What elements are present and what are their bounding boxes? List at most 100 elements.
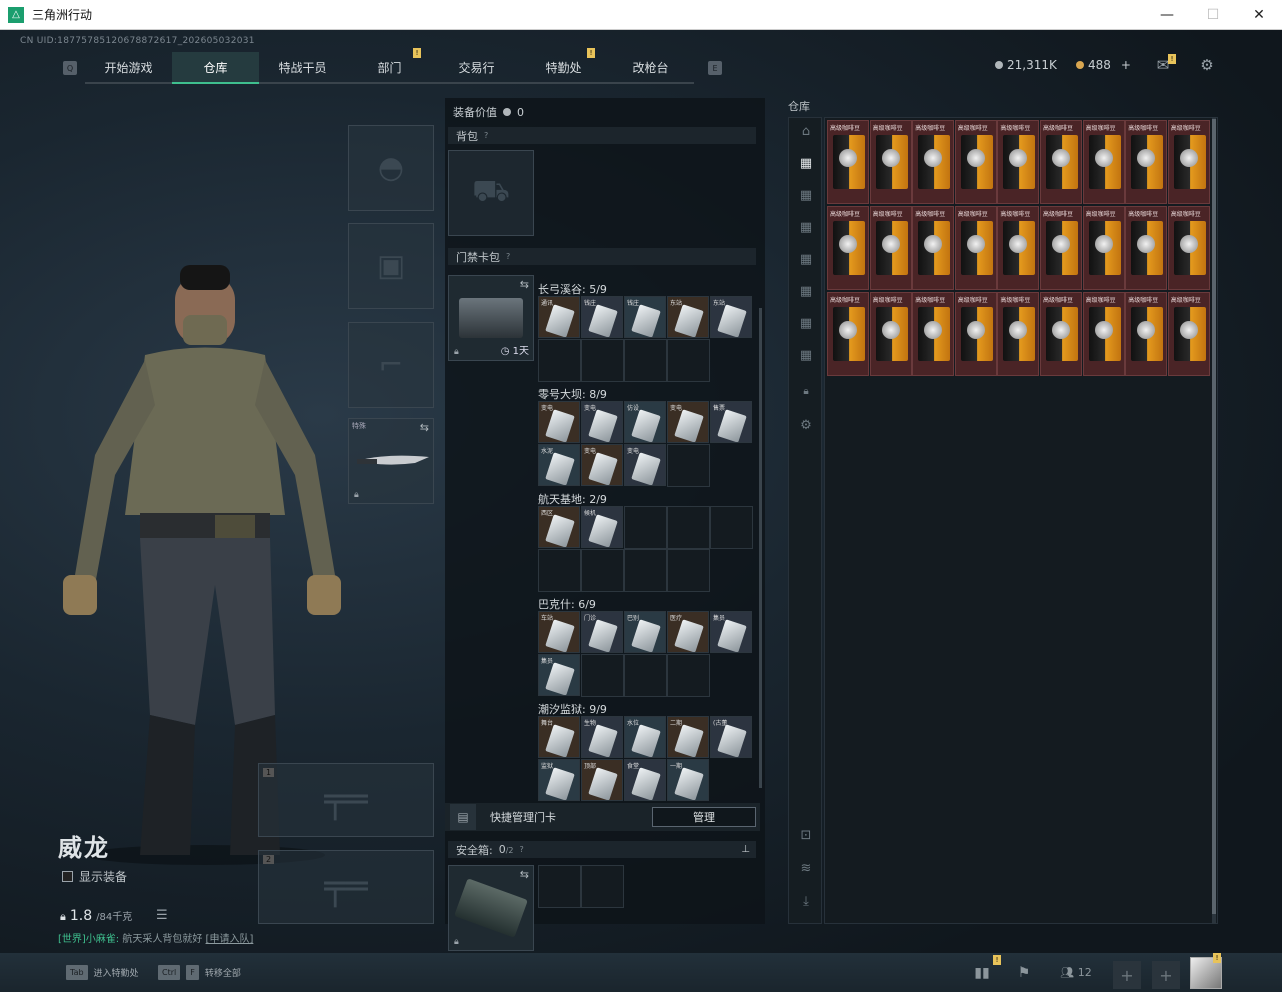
safebox-slot[interactable]: ⇆ 🔒︎ xyxy=(448,865,534,951)
keycard-empty-cell[interactable] xyxy=(581,654,624,697)
warehouse-item-coffee-beans[interactable]: 高级咖啡豆 xyxy=(827,292,869,376)
swap-icon[interactable]: ⇆ xyxy=(520,278,529,291)
pistol-slot[interactable]: ⌐ xyxy=(348,322,434,408)
warehouse-item-coffee-beans[interactable]: 高级咖啡豆 xyxy=(1125,206,1168,290)
swap-icon[interactable]: ⇆ xyxy=(520,868,529,881)
settings-gear-icon[interactable]: ⚙ xyxy=(796,418,816,438)
warehouse-item-coffee-beans[interactable]: 高级咖啡豆 xyxy=(827,120,869,204)
transfer-all-hint[interactable]: Ctrl F 转移全部 xyxy=(158,965,241,980)
sidebar-home-icon[interactable]: ⌂ xyxy=(796,124,816,144)
keycard-empty-cell[interactable] xyxy=(538,339,581,382)
keycard-item[interactable]: 一期 xyxy=(667,759,709,801)
help-icon[interactable]: ? xyxy=(506,252,510,261)
show-equipment-toggle[interactable]: 显示装备 xyxy=(62,868,127,885)
keycard-empty-cell[interactable] xyxy=(624,549,667,592)
melee-slot[interactable]: 特殊 ⇆ 🔒︎ xyxy=(348,418,434,504)
warehouse-item-coffee-beans[interactable]: 高级咖啡豆 xyxy=(1040,120,1082,204)
keycard-empty-cell[interactable] xyxy=(538,549,581,592)
keycard-item[interactable]: 舞台 xyxy=(538,716,580,758)
keycard-item[interactable]: 集员 xyxy=(538,654,580,696)
keycard-item[interactable]: 门诊 xyxy=(581,611,623,653)
keycard-empty-cell[interactable] xyxy=(624,339,667,382)
warehouse-item-coffee-beans[interactable]: 高级咖啡豆 xyxy=(954,120,997,204)
sidebar-page-5-icon[interactable]: ▦ xyxy=(796,284,816,304)
keycard-item[interactable]: 变电 xyxy=(581,401,623,443)
warehouse-item-coffee-beans[interactable]: 高级咖啡豆 xyxy=(1125,120,1168,204)
close-button[interactable]: ✕ xyxy=(1236,0,1282,30)
sidebar-page-3-icon[interactable]: ▦ xyxy=(796,220,816,240)
warehouse-scrollbar[interactable] xyxy=(1212,117,1216,924)
warehouse-item-coffee-beans[interactable]: 高级咖啡豆 xyxy=(869,206,912,290)
keycard-empty-cell[interactable] xyxy=(667,444,710,487)
keycard-item[interactable]: 变电 xyxy=(538,401,580,443)
keycard-item[interactable]: 西区 xyxy=(538,506,580,548)
lock-icon[interactable]: 🔒︎ xyxy=(796,386,816,406)
warehouse-item-coffee-beans[interactable]: 高级咖啡豆 xyxy=(1167,292,1210,376)
tab-warehouse[interactable]: 仓库 xyxy=(172,52,259,84)
keycard-empty-cell[interactable] xyxy=(667,654,710,697)
sidebar-page-4-icon[interactable]: ▦ xyxy=(796,252,816,272)
keycard-item[interactable]: 仿设 xyxy=(624,401,666,443)
warehouse-item-coffee-beans[interactable]: 高级咖啡豆 xyxy=(954,206,997,290)
warehouse-item-coffee-beans[interactable]: 高级咖啡豆 xyxy=(912,120,955,204)
warehouse-item-coffee-beans[interactable]: 高级咖啡豆 xyxy=(1040,292,1082,376)
keycard-item[interactable]: 钱庄 xyxy=(581,296,623,338)
keycard-empty-cell[interactable] xyxy=(667,549,710,592)
keycard-item[interactable]: 车站 xyxy=(538,611,580,653)
keycard-item[interactable]: 医疗 xyxy=(667,611,709,653)
warehouse-item-coffee-beans[interactable]: 高级咖啡豆 xyxy=(1082,292,1125,376)
warehouse-item-coffee-beans[interactable]: 高级咖啡豆 xyxy=(997,120,1040,204)
keycard-empty-cell[interactable] xyxy=(581,549,624,592)
keycard-item[interactable]: 东站 xyxy=(667,296,709,338)
sidebar-page-2-icon[interactable]: ▦ xyxy=(796,188,816,208)
tab-hint[interactable]: Tab 进入特勤处 xyxy=(66,965,139,980)
sidebar-page-7-icon[interactable]: ▦ xyxy=(796,348,816,368)
keycard-item[interactable]: 顶部 xyxy=(581,759,623,801)
keycard-empty-cell[interactable] xyxy=(667,506,710,549)
help-icon[interactable]: ? xyxy=(520,845,524,854)
keycard-item[interactable]: 巴别 xyxy=(624,611,666,653)
keycard-item[interactable]: 监狱 xyxy=(538,759,580,801)
warehouse-item-coffee-beans[interactable]: 高级咖啡豆 xyxy=(997,292,1040,376)
keycard-item[interactable]: 集员 xyxy=(710,611,752,653)
settings-gear-icon[interactable]: ⚙ xyxy=(1197,56,1217,74)
keycard-item[interactable]: 水位 xyxy=(624,716,666,758)
warehouse-item-coffee-beans[interactable]: 高级咖啡豆 xyxy=(1040,206,1082,290)
add-teammate-button[interactable]: + xyxy=(1113,961,1141,989)
sidebar-page-6-icon[interactable]: ▦ xyxy=(796,316,816,336)
warehouse-item-coffee-beans[interactable]: 高级咖啡豆 xyxy=(1125,292,1168,376)
transfer-icon[interactable]: ⤓ xyxy=(796,894,816,914)
sidebar-page-1-icon[interactable]: ▦ xyxy=(796,156,816,176)
friends-icon[interactable]: 👥︎ 12 xyxy=(1056,961,1096,985)
keycard-empty-cell[interactable] xyxy=(624,654,667,697)
checkbox[interactable] xyxy=(62,871,73,882)
join-team-link[interactable]: [申请入队] xyxy=(206,934,254,945)
armor-slot[interactable]: ▣ xyxy=(348,223,434,309)
sort-icon[interactable]: ⊡ xyxy=(796,828,816,848)
warehouse-item-coffee-beans[interactable]: 高级咖啡豆 xyxy=(869,120,912,204)
warehouse-item-coffee-beans[interactable]: 高级咖啡豆 xyxy=(1167,120,1210,204)
warehouse-item-coffee-beans[interactable]: 高级咖啡豆 xyxy=(1082,120,1125,204)
keycard-case-slot[interactable]: ⇆ 🔒︎ ◷ 1天 xyxy=(448,275,534,361)
keycard-item[interactable]: 东站 xyxy=(710,296,752,338)
warehouse-item-coffee-beans[interactable]: 高级咖啡豆 xyxy=(912,292,955,376)
chart-icon[interactable]: ▮▮ xyxy=(970,961,994,985)
keycard-item[interactable]: 售票 xyxy=(710,401,752,443)
keycard-empty-cell[interactable] xyxy=(581,339,624,382)
keycard-item[interactable]: (古董 xyxy=(710,716,752,758)
helmet-slot[interactable]: ◓ xyxy=(348,125,434,211)
tab-start-game[interactable]: 开始游戏 xyxy=(85,52,172,84)
safebox-cell[interactable] xyxy=(538,865,581,908)
keycard-item[interactable]: 生物 xyxy=(581,716,623,758)
keycard-empty-cell[interactable] xyxy=(624,506,667,549)
pin-icon[interactable]: ⊥ xyxy=(741,844,750,855)
keycard-empty-cell[interactable] xyxy=(667,339,710,382)
keycard-item[interactable]: 通讯 xyxy=(538,296,580,338)
tab-trading[interactable]: 交易行 xyxy=(433,52,520,84)
scrollbar-thumb[interactable] xyxy=(1212,119,1216,914)
add-currency-button[interactable]: + xyxy=(1121,58,1131,72)
swap-icon[interactable]: ⇆ xyxy=(420,421,429,434)
help-icon[interactable]: ? xyxy=(484,131,488,140)
backpack-slot[interactable]: ⛟ xyxy=(448,150,534,236)
keycard-item[interactable]: 食堂 xyxy=(624,759,666,801)
